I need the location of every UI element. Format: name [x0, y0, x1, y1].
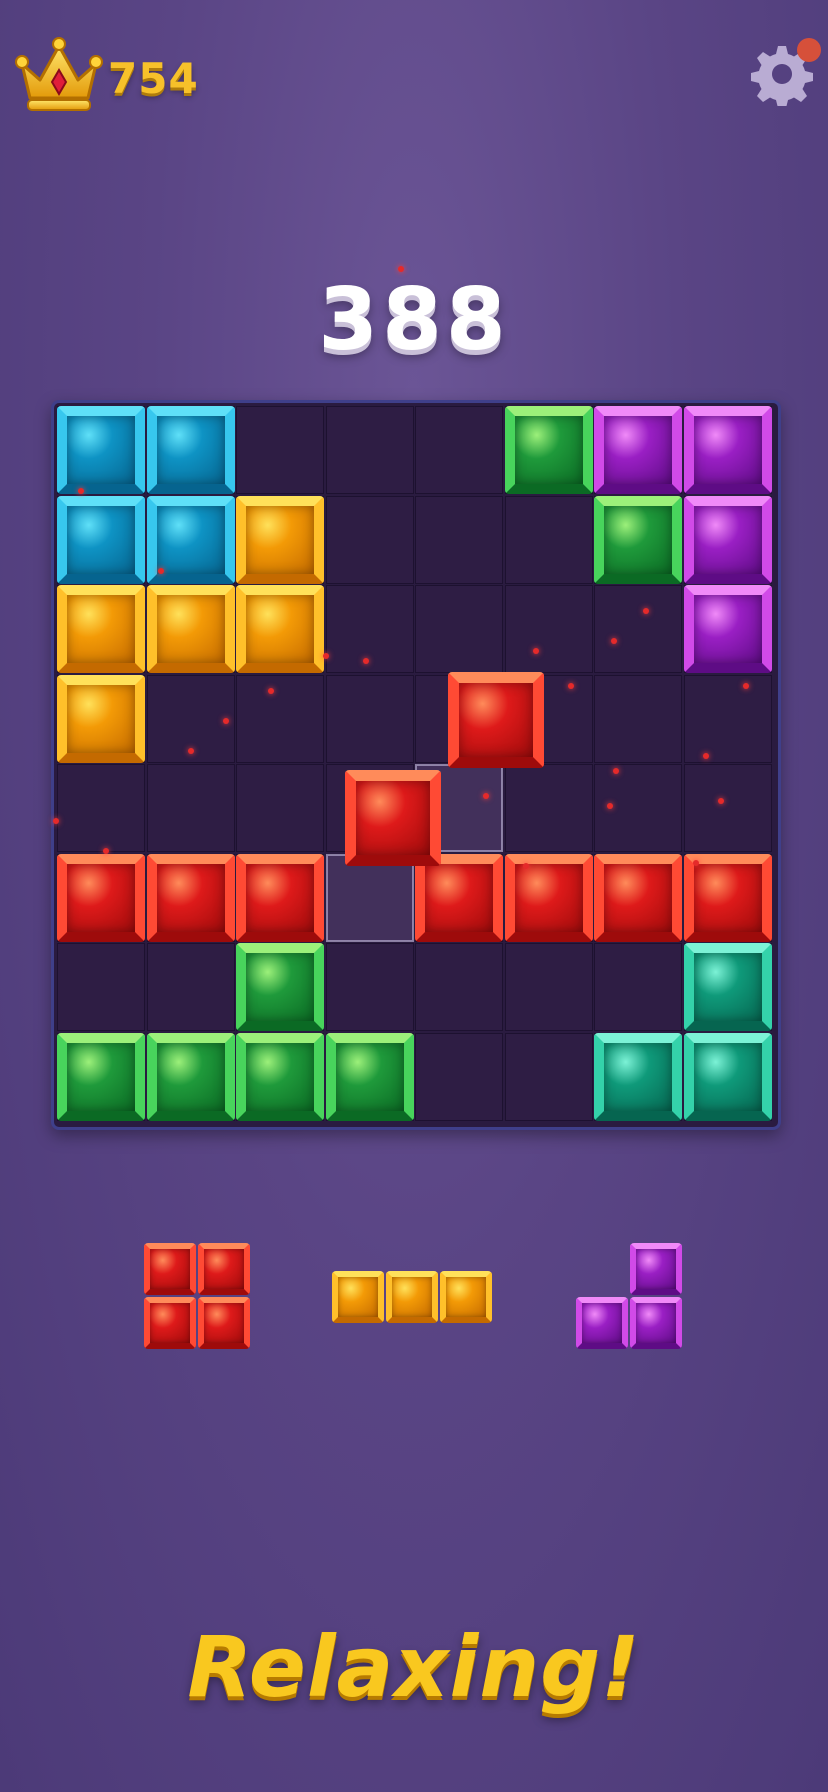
red-gem-block: [57, 853, 145, 942]
cyan-gem-block: [57, 495, 145, 584]
sparkle-particle: [611, 638, 617, 644]
red-dragged-gem[interactable]: [447, 671, 544, 768]
best-score: 754: [108, 54, 199, 103]
board-cell[interactable]: [236, 674, 324, 763]
sparkle-particle: [613, 768, 619, 774]
board-cell[interactable]: [683, 674, 772, 763]
notification-dot: [797, 38, 821, 62]
purple-piece-gem: [576, 1297, 628, 1349]
purple-gem-block: [683, 406, 772, 494]
board-cell[interactable]: [415, 585, 503, 673]
board-cell[interactable]: [325, 406, 414, 494]
board-cell[interactable]: [146, 943, 235, 1031]
board-cell[interactable]: [504, 585, 593, 673]
board-cell[interactable]: [415, 495, 503, 584]
green-gem-block: [236, 1032, 324, 1121]
green-gem-block: [504, 406, 593, 494]
orange-gem-block: [236, 495, 324, 584]
crown-icon: [15, 37, 103, 111]
board-cell[interactable]: [683, 764, 772, 852]
red-gem-block: [146, 853, 235, 942]
red-gem-block: [594, 853, 682, 942]
board-cell[interactable]: [325, 495, 414, 584]
red-piece-gem: [198, 1243, 250, 1295]
orange-piece-gem: [440, 1271, 492, 1323]
board-cell[interactable]: [594, 585, 682, 673]
green-gem-block: [594, 495, 682, 584]
green-gem-block: [57, 1032, 145, 1121]
sparkle-particle: [158, 568, 164, 574]
red-gem-block: [236, 853, 324, 942]
red-gem-block: [415, 853, 503, 942]
purple-gem-block: [683, 495, 772, 584]
green-gem-block: [325, 1032, 414, 1121]
sparkle-particle: [703, 753, 709, 759]
current-score: 388: [318, 270, 510, 370]
sparkle-particle: [53, 818, 59, 824]
sparkle-particle: [103, 848, 109, 854]
board-cell[interactable]: [57, 764, 145, 852]
board-cell[interactable]: [504, 943, 593, 1031]
green-gem-block: [236, 943, 324, 1031]
placement-preview-cell: [325, 853, 414, 942]
board-cell[interactable]: [415, 943, 503, 1031]
red-piece-gem: [198, 1297, 250, 1349]
board-cell[interactable]: [504, 1032, 593, 1121]
sparkle-particle: [607, 803, 613, 809]
sparkle-particle: [268, 688, 274, 694]
board-cell[interactable]: [236, 406, 324, 494]
orange-gem-block: [146, 585, 235, 673]
sparkle-particle: [693, 860, 699, 866]
teal-gem-block: [683, 1032, 772, 1121]
cyan-gem-block: [146, 406, 235, 494]
orange-gem-block: [236, 585, 324, 673]
purple-gem-block: [594, 406, 682, 494]
sparkle-particle: [568, 683, 574, 689]
board-cell[interactable]: [57, 943, 145, 1031]
board-cell[interactable]: [594, 943, 682, 1031]
purple-piece-gem: [630, 1243, 682, 1295]
board-cell[interactable]: [325, 674, 414, 763]
red-piece-gem: [144, 1243, 196, 1295]
red-gem-block: [504, 853, 593, 942]
teal-gem-block: [594, 1032, 682, 1121]
sparkle-particle: [78, 488, 84, 494]
game-board[interactable]: [51, 266, 781, 1130]
purple-gem-block: [683, 585, 772, 673]
orange-gem-block: [57, 674, 145, 763]
purple-piece-gem: [630, 1297, 682, 1349]
green-gem-block: [146, 1032, 235, 1121]
tagline: Relaxing!: [187, 1618, 641, 1716]
board-cell[interactable]: [325, 943, 414, 1031]
sparkle-particle: [223, 718, 229, 724]
board-cell[interactable]: [325, 585, 414, 673]
sparkle-particle: [323, 653, 329, 659]
red-dragged-gem[interactable]: [344, 769, 441, 866]
orange-gem-block: [57, 585, 145, 673]
sparkle-particle: [363, 658, 369, 664]
sparkle-particle: [743, 683, 749, 689]
sparkle-particle: [398, 266, 404, 272]
board-cell[interactable]: [146, 764, 235, 852]
board-cell[interactable]: [504, 764, 593, 852]
board-cell[interactable]: [594, 674, 682, 763]
board-cell[interactable]: [236, 764, 324, 852]
orange-piece-gem: [332, 1271, 384, 1323]
sparkle-particle: [188, 748, 194, 754]
sparkle-particle: [483, 793, 489, 799]
sparkle-particle: [533, 648, 539, 654]
board-cell[interactable]: [415, 406, 503, 494]
board-cell[interactable]: [415, 1032, 503, 1121]
cyan-gem-block: [57, 406, 145, 494]
board-cell[interactable]: [504, 495, 593, 584]
sparkle-particle: [643, 608, 649, 614]
red-gem-block: [683, 853, 772, 942]
teal-gem-block: [683, 943, 772, 1031]
orange-piece-gem: [386, 1271, 438, 1323]
red-piece-gem: [144, 1297, 196, 1349]
top-bar: 754: [0, 0, 828, 140]
sparkle-particle: [718, 798, 724, 804]
sparkle-particle: [523, 863, 529, 869]
